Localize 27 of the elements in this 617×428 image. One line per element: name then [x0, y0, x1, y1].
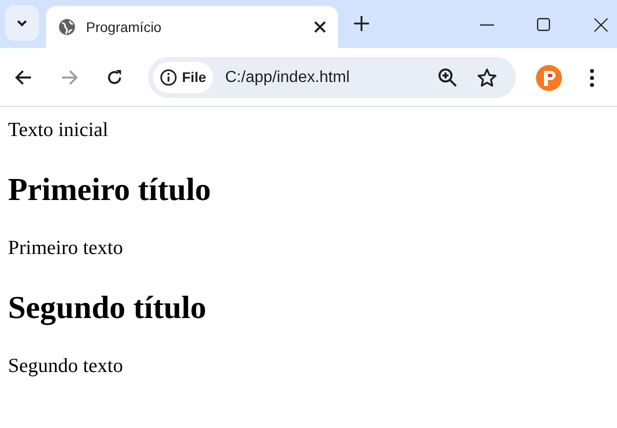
address-bar[interactable]: File C:/app/index.html — [148, 57, 516, 98]
profile-avatar-icon[interactable] — [536, 65, 562, 91]
paragraph: Primeiro texto — [8, 236, 124, 260]
chevron-down-icon — [16, 19, 28, 27]
reload-icon[interactable] — [106, 69, 123, 86]
back-icon[interactable] — [15, 70, 32, 85]
tab-search-button[interactable] — [5, 5, 39, 41]
paragraph: Segundo texto — [8, 354, 124, 378]
browser-tab[interactable]: Programício — [46, 6, 338, 48]
menu-icon[interactable] — [590, 69, 594, 87]
close-icon[interactable] — [314, 21, 326, 33]
url-text: C:/app/index.html — [225, 68, 351, 88]
site-info-chip[interactable]: File — [153, 62, 214, 93]
chip-label: File — [182, 68, 206, 87]
globe-icon — [58, 18, 76, 36]
star-icon[interactable] — [477, 68, 497, 87]
paragraph: Texto inicial — [8, 118, 110, 142]
heading: Primeiro título — [8, 171, 212, 207]
heading: Segundo título — [8, 289, 208, 325]
maximize-icon[interactable] — [537, 18, 550, 31]
close-window-icon[interactable] — [594, 18, 608, 32]
minimize-icon[interactable] — [480, 24, 494, 26]
new-tab-icon[interactable] — [354, 16, 369, 31]
info-icon — [160, 69, 177, 86]
zoom-in-icon[interactable] — [438, 68, 457, 87]
tab-title: Programício — [86, 18, 162, 37]
forward-icon[interactable] — [61, 70, 78, 85]
